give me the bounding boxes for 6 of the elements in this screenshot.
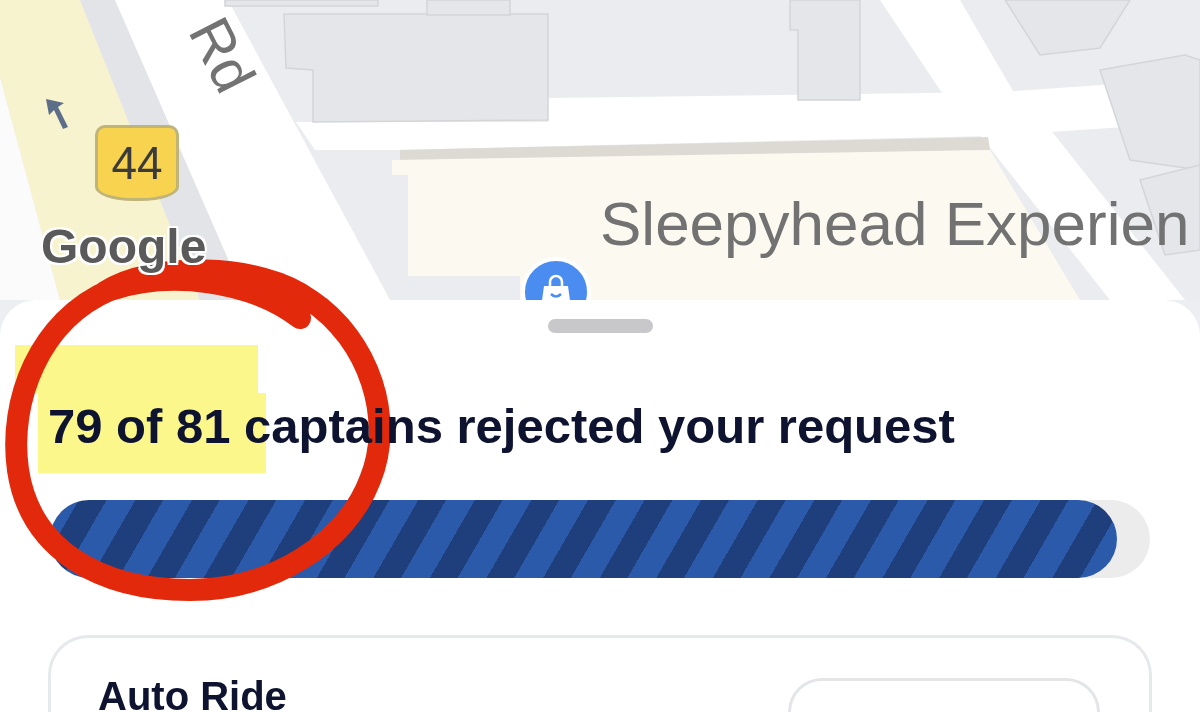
road-name-label: Rd xyxy=(179,8,265,102)
ride-type-title: Auto Ride xyxy=(98,680,287,712)
direction-arrow-icon xyxy=(44,97,70,131)
drag-handle[interactable] xyxy=(547,319,653,333)
map-attribution-logo: Google xyxy=(40,220,208,274)
route-shield: 44 xyxy=(95,125,179,201)
